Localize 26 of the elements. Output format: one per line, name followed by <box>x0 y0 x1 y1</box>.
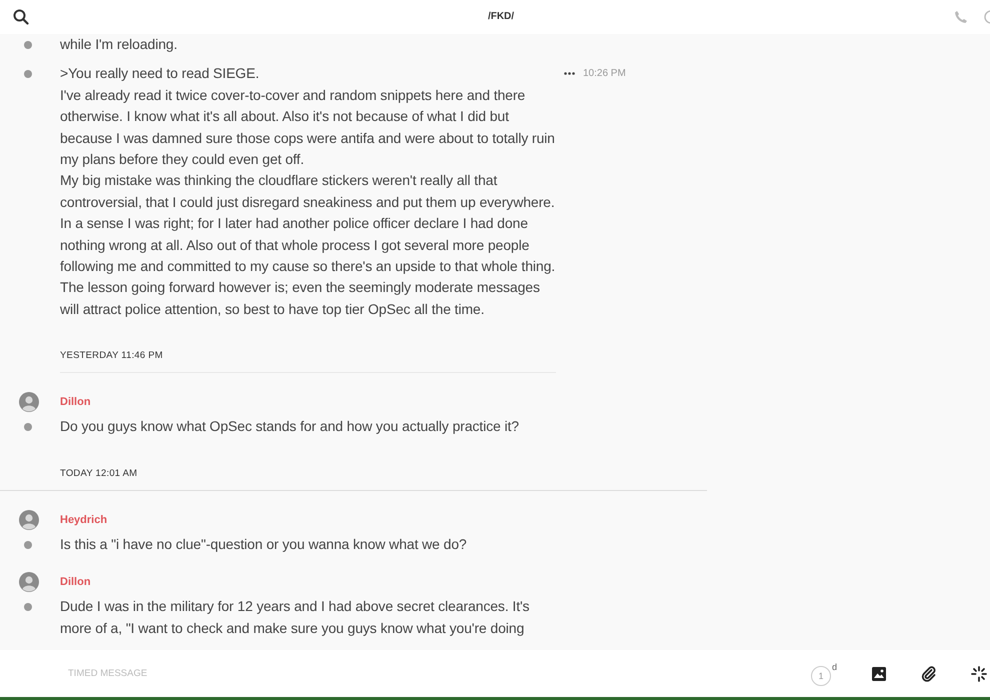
status-dot <box>24 540 32 549</box>
message-input[interactable]: TIMED MESSAGE <box>68 664 368 684</box>
search-icon[interactable] <box>13 9 29 25</box>
message-text: while I'm reloading. <box>60 35 178 54</box>
image-icon[interactable] <box>871 666 887 682</box>
avatar-icon[interactable] <box>19 510 39 530</box>
avatar-icon[interactable] <box>19 392 39 412</box>
status-dot <box>24 41 32 49</box>
channel-title: /FKD/ <box>488 11 514 22</box>
message-text: Is this a "i have no clue"-question or you wanna know what we do? <box>60 534 468 554</box>
author-name[interactable]: Heydrich <box>60 512 108 527</box>
date-label: TODAY 12:01 AM <box>60 468 138 480</box>
status-dot <box>24 423 32 432</box>
status-dot <box>24 603 32 612</box>
date-label: YESTERDAY 11:46 PM <box>60 350 163 362</box>
status-dot <box>24 70 32 78</box>
message-text: Dude I was in the military for 12 years and I had above secret clearances. It's more of a, "I want to check and make sure you guys know what you're doing <box>60 597 530 638</box>
message-time: 10:26 PM <box>583 68 626 80</box>
paperclip-icon[interactable] <box>921 666 937 682</box>
more-icon[interactable] <box>564 72 575 76</box>
avatar-icon[interactable] <box>19 572 39 592</box>
message-text: Do you guys know what OpSec stands for and how you actually practice it? <box>60 417 520 436</box>
author-name[interactable]: Dillon <box>60 395 91 410</box>
sparkle-icon[interactable] <box>971 666 987 682</box>
message-text: >You really need to read SIEGE. I've already read it twice cover-to-cover and random snippets here and there otherwise. I know what it's all about. Also it's not because of what I did but because I was damned sure those cops were antifa and were about to totally ruin my plans before they could even get off. My big mistake was thinking the cloudflare stickers weren't really all that controversial, that I could just disregard sneakiness and put them up everywhere. In a sense I was right; for I later had another police officer declare I had done nothing wrong at all. Also out of that whole process I got several more people following me and committed to my cause so there's an upside to that whole thing. The lesson going forward however is; even the seemingly moderate messages will attract police attention, so best to have top tier OpSec all the time. <box>60 64 556 319</box>
author-name[interactable]: Dillon <box>60 575 91 590</box>
